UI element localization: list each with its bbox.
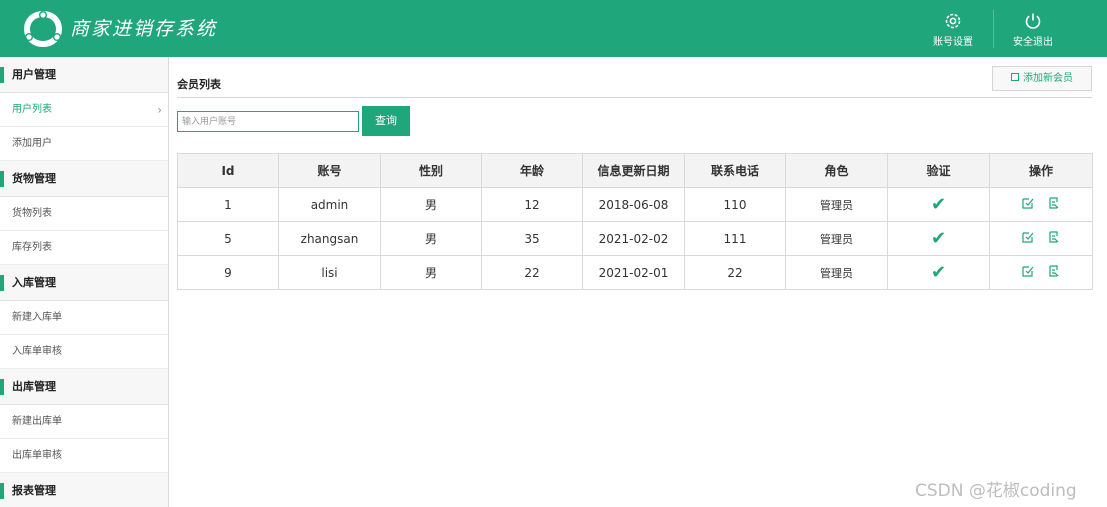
page-title: 会员列表 <box>177 78 221 91</box>
col-header-id: Id <box>177 153 279 188</box>
header-divider <box>993 10 994 48</box>
cell-age: 22 <box>481 255 583 290</box>
sidebar-item-add-user[interactable]: 添加用户 <box>0 127 168 161</box>
edit-icon[interactable] <box>1021 264 1035 278</box>
checkmark-icon: ✔ <box>930 262 947 283</box>
sidebar-group-goods-management[interactable]: 货物管理 <box>0 161 168 197</box>
col-header-actions: 操作 <box>989 153 1093 188</box>
add-member-button[interactable]: 添加新会员 <box>992 66 1092 91</box>
cell-actions <box>989 255 1093 290</box>
app-title: 商家进销存系统 <box>70 18 218 40</box>
member-table: Id 账号 性别 年龄 信息更新日期 联系电话 角色 验证 操作 1 admin… <box>177 153 1093 290</box>
account-settings-button[interactable]: 账号设置 <box>918 0 988 57</box>
col-header-role: 角色 <box>785 153 888 188</box>
cell-updated: 2018-06-08 <box>582 187 685 222</box>
sidebar-item-user-list[interactable]: 用户列表 › <box>0 93 168 127</box>
add-member-label: 添加新会员 <box>1023 73 1073 84</box>
top-header: 商家进销存系统 账号设置 安全退出 <box>0 0 1107 57</box>
gear-icon <box>945 13 961 29</box>
edit-icon[interactable] <box>1021 230 1035 244</box>
cell-gender: 男 <box>380 187 482 222</box>
cell-verified: ✔ <box>887 187 990 222</box>
cell-account: lisi <box>278 255 381 290</box>
sidebar-item-stock-list[interactable]: 库存列表 <box>0 231 168 265</box>
cell-role: 管理员 <box>785 221 888 256</box>
cell-role: 管理员 <box>785 187 888 222</box>
cell-updated: 2021-02-01 <box>582 255 685 290</box>
col-header-account: 账号 <box>278 153 381 188</box>
watermark-text: CSDN @花椒coding <box>915 481 1077 501</box>
edit-icon[interactable] <box>1021 196 1035 210</box>
cell-verified: ✔ <box>887 221 990 256</box>
cell-account: zhangsan <box>278 221 381 256</box>
title-divider <box>177 97 1092 98</box>
delete-icon[interactable] <box>1047 196 1061 210</box>
cell-age: 35 <box>481 221 583 256</box>
sidebar-item-new-inbound[interactable]: 新建入库单 <box>0 301 168 335</box>
sidebar-item-inbound-review[interactable]: 入库单审核 <box>0 335 168 369</box>
checkmark-icon: ✔ <box>930 228 947 249</box>
search-input[interactable] <box>177 111 359 132</box>
cell-phone: 22 <box>684 255 786 290</box>
cell-verified: ✔ <box>887 255 990 290</box>
sidebar-item-new-outbound[interactable]: 新建出库单 <box>0 405 168 439</box>
col-header-age: 年龄 <box>481 153 583 188</box>
chevron-right-icon: › <box>157 103 162 117</box>
cell-id: 1 <box>177 187 279 222</box>
col-header-verified: 验证 <box>887 153 990 188</box>
cell-id: 5 <box>177 221 279 256</box>
col-header-gender: 性别 <box>380 153 482 188</box>
logout-button[interactable]: 安全退出 <box>998 0 1068 57</box>
delete-icon[interactable] <box>1047 264 1061 278</box>
sidebar-group-report-management[interactable]: 报表管理 <box>0 473 168 507</box>
sidebar-group-inbound-management[interactable]: 入库管理 <box>0 265 168 301</box>
checkmark-icon: ✔ <box>930 194 947 215</box>
cell-id: 9 <box>177 255 279 290</box>
main-content: 会员列表 添加新会员 查询 Id 账号 性别 年龄 信息更新日期 联系电话 角色… <box>177 57 1093 507</box>
sidebar: 用户管理 用户列表 › 添加用户 货物管理 货物列表 库存列表 入库管理 新建入… <box>0 57 169 507</box>
cell-account: admin <box>278 187 381 222</box>
table-header-row: Id 账号 性别 年龄 信息更新日期 联系电话 角色 验证 操作 <box>177 153 1093 188</box>
cell-gender: 男 <box>380 221 482 256</box>
power-icon <box>1025 13 1041 29</box>
sidebar-item-label: 用户列表 <box>12 104 52 115</box>
col-header-updated: 信息更新日期 <box>582 153 685 188</box>
cell-actions <box>989 221 1093 256</box>
cell-role: 管理员 <box>785 255 888 290</box>
cell-phone: 110 <box>684 187 786 222</box>
cell-actions <box>989 187 1093 222</box>
logo-icon <box>24 11 62 47</box>
sidebar-item-goods-list[interactable]: 货物列表 <box>0 197 168 231</box>
sidebar-group-user-management[interactable]: 用户管理 <box>0 57 168 93</box>
cell-phone: 111 <box>684 221 786 256</box>
delete-icon[interactable] <box>1047 230 1061 244</box>
table-row: 1 admin 男 12 2018-06-08 110 管理员 ✔ <box>177 187 1093 222</box>
logout-label: 安全退出 <box>1013 37 1053 48</box>
account-settings-label: 账号设置 <box>933 37 973 48</box>
search-button[interactable]: 查询 <box>362 106 410 136</box>
cell-gender: 男 <box>380 255 482 290</box>
add-square-icon <box>1011 73 1019 81</box>
table-row: 5 zhangsan 男 35 2021-02-02 111 管理员 ✔ <box>177 221 1093 256</box>
sidebar-group-outbound-management[interactable]: 出库管理 <box>0 369 168 405</box>
table-row: 9 lisi 男 22 2021-02-01 22 管理员 ✔ <box>177 255 1093 290</box>
cell-age: 12 <box>481 187 583 222</box>
sidebar-item-outbound-review[interactable]: 出库单审核 <box>0 439 168 473</box>
col-header-phone: 联系电话 <box>684 153 786 188</box>
cell-updated: 2021-02-02 <box>582 221 685 256</box>
